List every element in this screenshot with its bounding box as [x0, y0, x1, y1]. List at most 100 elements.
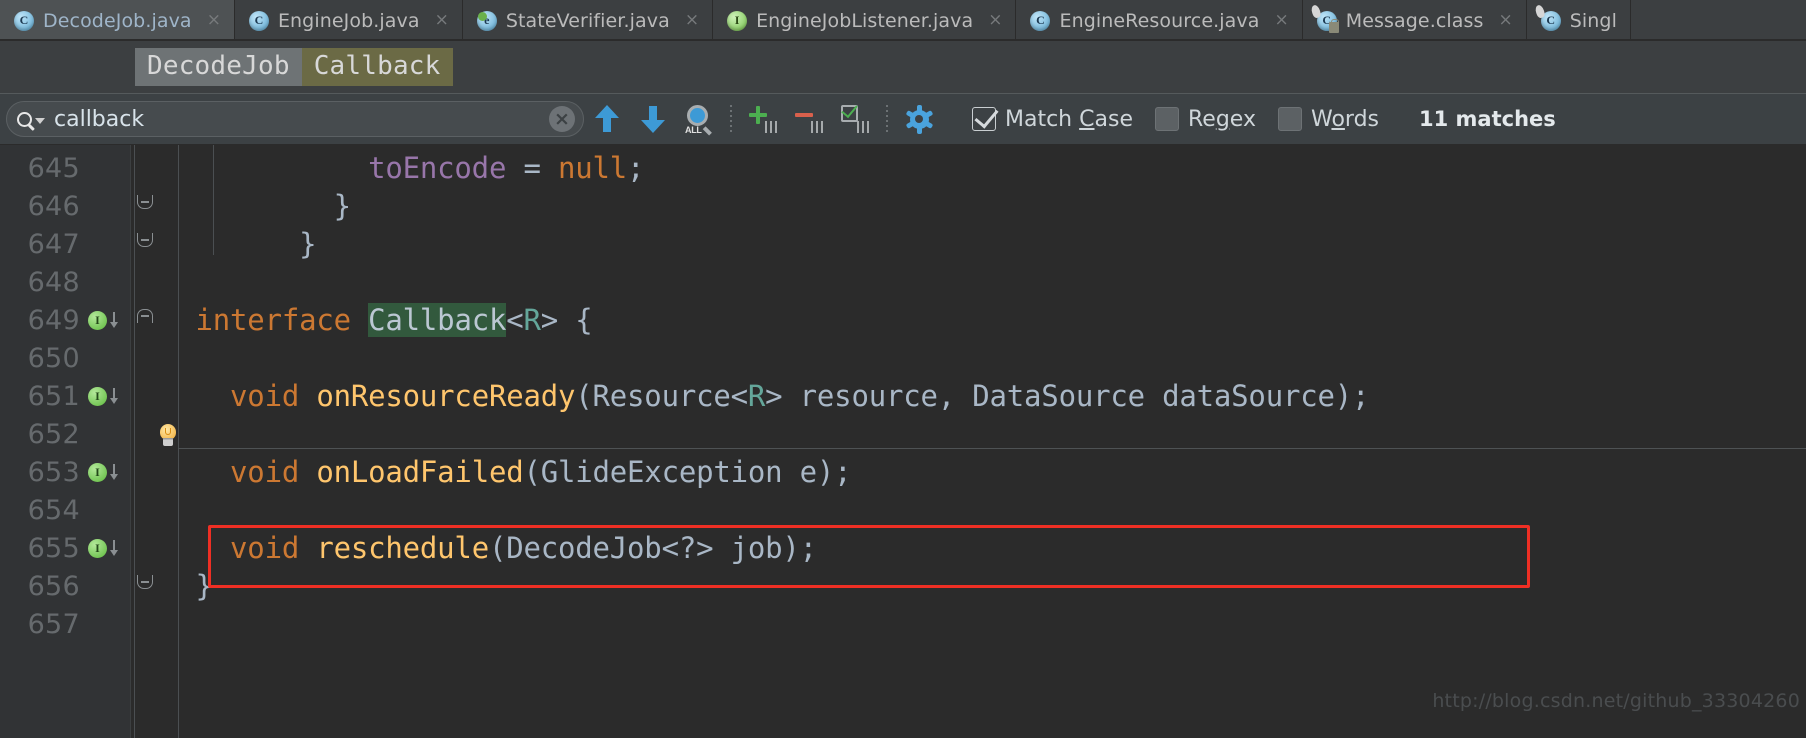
- add-occurrence-button[interactable]: [740, 97, 786, 141]
- code-text[interactable]: void onLoadFailed(GlideException e);: [161, 453, 852, 491]
- code-line[interactable]: 654: [0, 491, 1806, 529]
- fold-toggle-icon[interactable]: [137, 195, 154, 217]
- option-regex[interactable]: Regex: [1154, 107, 1256, 132]
- gutter-icon-area[interactable]: [86, 491, 131, 529]
- editor-tab-stateverifier-java[interactable]: e StateVerifier.java ×: [462, 0, 714, 41]
- chevron-down-icon[interactable]: [35, 118, 45, 124]
- clear-search-icon[interactable]: ×: [549, 106, 575, 132]
- gutter-icon-area[interactable]: I: [86, 529, 131, 567]
- find-settings-button[interactable]: [896, 97, 942, 141]
- gutter-icon-area[interactable]: [86, 263, 131, 301]
- fold-toggle-icon[interactable]: [137, 233, 154, 255]
- code-line[interactable]: 656 }: [0, 567, 1806, 605]
- line-number: 646: [27, 190, 80, 222]
- gutter-icon-area[interactable]: [86, 605, 131, 643]
- implemented-interface-icon[interactable]: I: [88, 462, 107, 482]
- checkbox-match-case[interactable]: [972, 107, 996, 131]
- find-next-button[interactable]: [630, 97, 676, 141]
- code-text[interactable]: toEncode = null;: [161, 149, 644, 187]
- close-icon[interactable]: ×: [988, 12, 1002, 29]
- gutter-icon-area[interactable]: I: [86, 301, 131, 339]
- remove-occurrence-button[interactable]: [786, 97, 832, 141]
- code-folding-column[interactable]: [131, 415, 161, 453]
- fold-toggle-icon[interactable]: [137, 309, 154, 331]
- code-folding-column[interactable]: [131, 377, 161, 415]
- plus-icon: [747, 105, 779, 133]
- close-icon[interactable]: ×: [207, 12, 221, 29]
- option-words[interactable]: Words: [1277, 107, 1379, 132]
- editor-tab-enginejoblistener-java[interactable]: I EngineJobListener.java ×: [713, 0, 1017, 41]
- code-text[interactable]: void reschedule(DecodeJob<?> job);: [161, 529, 817, 567]
- implementation-arrow-icon[interactable]: [109, 311, 119, 330]
- close-icon[interactable]: ×: [435, 12, 449, 29]
- select-all-occurrences-button[interactable]: [832, 97, 878, 141]
- editor-tab-message-class[interactable]: C Message.class ×: [1302, 0, 1527, 41]
- code-folding-column[interactable]: [131, 605, 161, 643]
- editor-tab-decodejob-java[interactable]: C DecodeJob.java ×: [0, 0, 235, 41]
- java-enum-icon: e: [476, 10, 497, 31]
- gutter-icon-area[interactable]: [86, 149, 131, 187]
- code-text[interactable]: }: [161, 187, 351, 225]
- code-text[interactable]: void onResourceReady(Resource<R> resourc…: [161, 377, 1369, 415]
- breadcrumb-item-decodejob[interactable]: DecodeJob: [135, 47, 302, 87]
- search-input[interactable]: callback ×: [6, 101, 584, 137]
- code-text[interactable]: interface Callback<R> {: [161, 301, 593, 339]
- checkbox-regex[interactable]: [1154, 107, 1179, 131]
- code-line[interactable]: 652: [0, 415, 1806, 453]
- implementation-arrow-icon[interactable]: [109, 387, 119, 406]
- implemented-interface-icon[interactable]: I: [88, 386, 107, 406]
- code-line[interactable]: 657: [0, 605, 1806, 643]
- gear-icon: [905, 104, 933, 134]
- gutter-icon-area[interactable]: [86, 225, 131, 263]
- gutter-icon-area[interactable]: [86, 415, 131, 453]
- code-folding-column[interactable]: [131, 301, 161, 339]
- code-line[interactable]: 645 toEncode = null;: [0, 149, 1806, 187]
- code-folding-column[interactable]: [131, 263, 161, 301]
- close-icon[interactable]: ×: [1499, 12, 1513, 29]
- close-icon[interactable]: ×: [1274, 12, 1288, 29]
- gutter-icon-area[interactable]: I: [86, 377, 131, 415]
- gutter-icon-area[interactable]: [86, 187, 131, 225]
- implemented-interface-icon[interactable]: I: [88, 310, 107, 330]
- gutter-icon-area[interactable]: [86, 339, 131, 377]
- code-line[interactable]: 655 I void reschedule(DecodeJob<?> job);: [0, 529, 1806, 567]
- implemented-interface-icon[interactable]: I: [88, 538, 107, 558]
- code-folding-column[interactable]: [131, 567, 161, 605]
- code-folding-column[interactable]: [131, 187, 161, 225]
- code-text[interactable]: }: [161, 225, 316, 263]
- gutter-icon-area[interactable]: [86, 567, 131, 605]
- checkbox-words[interactable]: [1277, 107, 1302, 131]
- editor-tab-enginejob-java[interactable]: C EngineJob.java ×: [234, 0, 463, 41]
- find-previous-button[interactable]: [584, 97, 630, 141]
- code-folding-column[interactable]: [131, 529, 161, 567]
- line-number: 653: [27, 456, 80, 488]
- editor-tab-engineresource-java[interactable]: C EngineResource.java ×: [1016, 0, 1303, 41]
- code-line[interactable]: 653 I void onLoadFailed(GlideException e)…: [0, 453, 1806, 491]
- code-token: >: [765, 379, 783, 413]
- code-folding-column[interactable]: [131, 491, 161, 529]
- close-icon[interactable]: ×: [685, 12, 699, 29]
- code-line[interactable]: 650: [0, 339, 1806, 377]
- breadcrumb-item-callback[interactable]: Callback: [301, 47, 453, 87]
- code-folding-column[interactable]: [131, 339, 161, 377]
- code-token: onResourceReady: [316, 379, 576, 413]
- code-line[interactable]: 646 }: [0, 187, 1806, 225]
- code-folding-column[interactable]: [131, 453, 161, 491]
- gutter-icon-area[interactable]: I: [86, 453, 131, 491]
- code-line[interactable]: 649 I interface Callback<R> {: [0, 301, 1806, 339]
- code-text[interactable]: }: [161, 567, 213, 605]
- implementation-arrow-icon[interactable]: [109, 539, 119, 558]
- code-line[interactable]: 647 }: [0, 225, 1806, 263]
- find-all-button[interactable]: ALL: [676, 97, 722, 141]
- code-folding-column[interactable]: [131, 225, 161, 263]
- option-match-case[interactable]: Match Case: [972, 107, 1133, 132]
- editor-tab-singl[interactable]: C Singl: [1526, 0, 1631, 41]
- fold-toggle-icon[interactable]: [137, 575, 154, 597]
- code-folding-column[interactable]: [131, 149, 161, 187]
- code-line[interactable]: 651 I void onResourceReady(Resource<R> re…: [0, 377, 1806, 415]
- code-editor[interactable]: 645 toEncode = null; 646 } 647 } 648 649 I in…: [0, 145, 1806, 738]
- implementation-arrow-icon[interactable]: [109, 463, 119, 482]
- code-line[interactable]: 648: [0, 263, 1806, 301]
- lightbulb-icon[interactable]: [158, 424, 178, 448]
